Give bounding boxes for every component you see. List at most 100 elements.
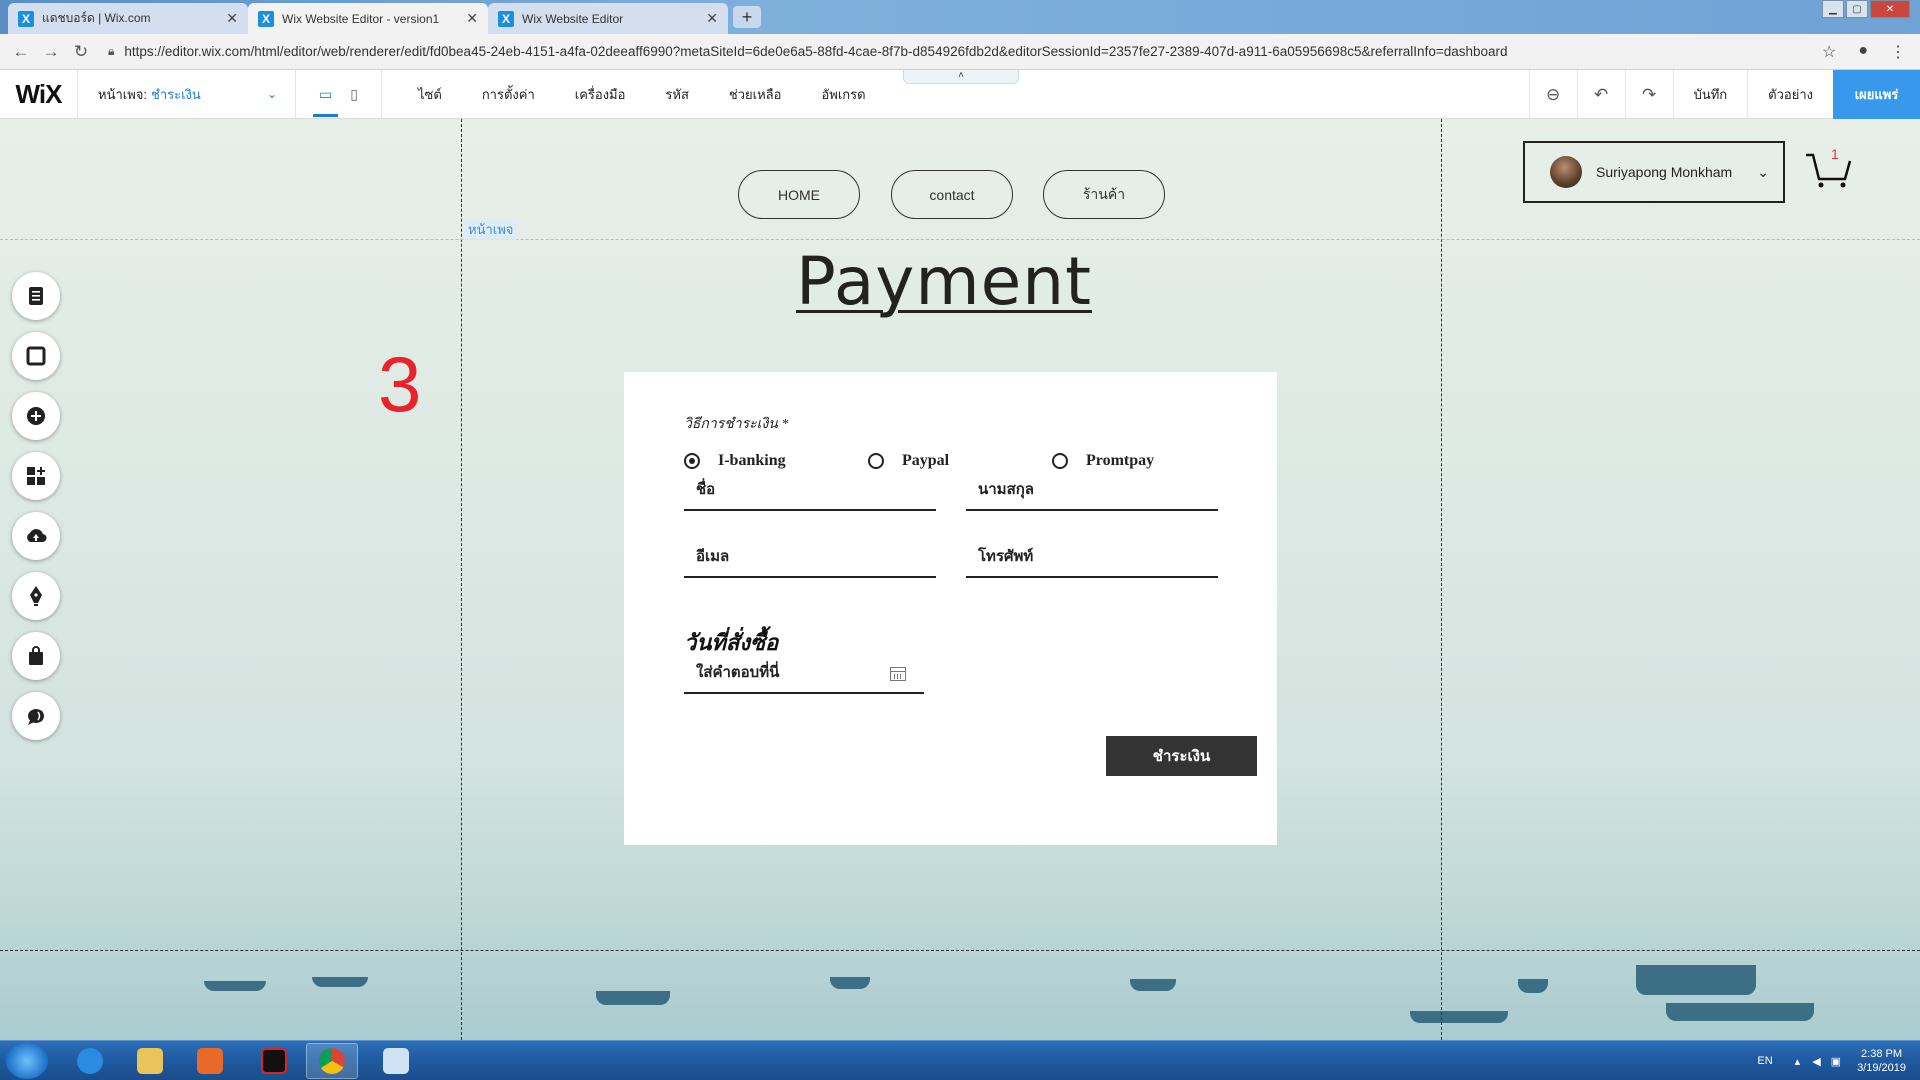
lock-icon: 🔒︎ [108, 44, 115, 58]
minimize-icon[interactable]: ▁ [1822, 0, 1844, 18]
browser-tab-editor[interactable]: X Wix Website Editor ✕ [488, 3, 728, 34]
url-field[interactable]: https://editor.wix.com/html/editor/web/r… [124, 44, 1804, 59]
boat-image [1518, 979, 1548, 993]
chrome-icon[interactable] [306, 1043, 358, 1079]
windows-start-icon[interactable] [6, 1043, 48, 1079]
avatar [1550, 156, 1582, 188]
payment-method-label: วิธีการชำระเงิน * [684, 417, 789, 432]
profile-icon[interactable]: ● [1858, 42, 1868, 62]
system-tray: EN ▴ ◀ ▣ 2:38 PM 3/19/2019 [1757, 1047, 1906, 1075]
publish-button[interactable]: เผยแพร่ [1833, 70, 1920, 119]
menu-settings[interactable]: การตั้งค่า [482, 84, 535, 105]
menu-tools[interactable]: เครื่องมือ [575, 84, 626, 105]
radio-unselected-icon [868, 453, 884, 469]
back-icon[interactable]: ← [6, 42, 36, 62]
zoom-icon[interactable]: ⊖ [1528, 70, 1577, 119]
calendar-icon[interactable] [890, 667, 906, 681]
forward-icon[interactable]: → [36, 42, 66, 62]
radio-promtpay[interactable]: Promtpay [1052, 452, 1154, 470]
last-name-field[interactable]: นามสกุล [966, 475, 1218, 511]
new-tab-button[interactable]: + [733, 6, 761, 28]
close-icon[interactable]: ✕ [466, 10, 478, 27]
browser-tab-strip: X แดชบอร์ด | Wix.com ✕ X Wix Website Edi… [0, 0, 1920, 34]
tab-title: Wix Website Editor - version1 [282, 11, 440, 26]
blog-pen-icon[interactable] [12, 572, 60, 620]
first-name-field[interactable]: ชื่อ [684, 475, 936, 511]
email-field[interactable]: อีเมล [684, 542, 936, 578]
volume-icon[interactable]: ◀ [1812, 1055, 1820, 1068]
reload-icon[interactable]: ↻ [66, 42, 96, 62]
cart-count-badge: 1 [1831, 146, 1839, 162]
member-name: Suriyapong Monkham [1596, 164, 1733, 180]
collapse-toolbar-button[interactable]: ˄ [903, 70, 1019, 84]
radio-label: Promtpay [1086, 452, 1155, 469]
address-bar-actions: ☆ ● ⋮ [1822, 42, 1906, 62]
annotation-number: 3 [378, 340, 422, 428]
nav-home-button[interactable]: HOME [738, 170, 860, 219]
upload-icon[interactable] [12, 512, 60, 560]
desktop-icon[interactable]: ▭ [312, 86, 339, 117]
maximize-icon[interactable]: ▢ [1846, 0, 1868, 18]
chat-icon[interactable] [12, 692, 60, 740]
radio-unselected-icon [1052, 453, 1068, 469]
browser-tab-editor-version1[interactable]: X Wix Website Editor - version1 ✕ [248, 3, 488, 34]
payment-form[interactable]: วิธีการชำระเงิน * I-banking Paypal Promt… [624, 372, 1277, 845]
radio-paypal[interactable]: Paypal [868, 452, 949, 470]
menu-kebab-icon[interactable]: ⋮ [1890, 42, 1906, 62]
wix-logo[interactable]: WiX [0, 69, 78, 119]
menu-code[interactable]: รหัส [665, 84, 689, 105]
tray-expand-icon[interactable]: ▴ [1795, 1055, 1801, 1068]
clock[interactable]: 2:38 PM 3/19/2019 [1857, 1047, 1906, 1075]
boat-image [596, 991, 670, 1005]
file-explorer-icon[interactable] [124, 1043, 176, 1079]
menu-site[interactable]: ไซต์ [418, 84, 442, 105]
paint-icon[interactable] [370, 1043, 422, 1079]
page-section-tag[interactable]: หน้าเพจ [464, 219, 518, 240]
preview-button[interactable]: ตัวอย่าง [1747, 70, 1833, 119]
member-login-bar[interactable]: Suriyapong Monkham ⌄ [1523, 141, 1785, 203]
background-icon[interactable] [12, 332, 60, 380]
menu-help[interactable]: ช่วยเหลือ [729, 84, 782, 105]
chevron-down-icon: ⌄ [1757, 163, 1769, 180]
boat-image [312, 977, 368, 987]
wix-favicon-icon: X [258, 10, 274, 27]
order-date-input[interactable]: ใส่คำตอบที่นี่ [684, 658, 924, 694]
browser-tab-dashboard[interactable]: X แดชบอร์ด | Wix.com ✕ [8, 3, 248, 34]
phone-field[interactable]: โทรศัพท์ [966, 542, 1218, 578]
page-selector[interactable]: หน้าเพจ: ชำระเงิน ⌄ [78, 69, 296, 119]
network-icon[interactable]: ▣ [1831, 1055, 1841, 1068]
save-button[interactable]: บันทึก [1672, 70, 1748, 119]
undo-icon[interactable]: ↶ [1576, 70, 1625, 119]
page-selector-label: หน้าเพจ: [98, 86, 147, 102]
store-bag-icon[interactable] [12, 632, 60, 680]
nav-contact-button[interactable]: contact [891, 170, 1013, 219]
close-icon[interactable]: ✕ [226, 10, 238, 27]
internet-explorer-icon[interactable] [64, 1043, 116, 1079]
add-icon[interactable] [12, 392, 60, 440]
boat-image [1666, 1003, 1814, 1021]
redo-icon[interactable]: ↷ [1624, 70, 1673, 119]
clock-date: 3/19/2019 [1857, 1062, 1906, 1074]
media-player-icon[interactable] [184, 1043, 236, 1079]
close-icon[interactable]: ✕ [706, 10, 718, 27]
add-apps-icon[interactable] [12, 452, 60, 500]
bookmark-star-icon[interactable]: ☆ [1822, 42, 1836, 62]
close-window-icon[interactable]: ✕ [1870, 0, 1910, 18]
pages-icon[interactable] [12, 272, 60, 320]
app-icon[interactable] [248, 1043, 300, 1079]
radio-label: I-banking [718, 452, 786, 469]
page-title[interactable]: Payment [796, 243, 1092, 320]
language-indicator[interactable]: EN [1757, 1055, 1772, 1067]
editor-canvas[interactable]: หน้าเพจ HOME contact ร้านค้า Suriyapong … [0, 119, 1920, 1040]
editor-menu: ไซต์ การตั้งค่า เครื่องมือ รหัส ช่วยเหลื… [418, 84, 906, 105]
menu-upgrade[interactable]: อัพเกรด [821, 84, 865, 105]
nav-shop-button[interactable]: ร้านค้า [1043, 170, 1165, 219]
chevron-down-icon: ⌄ [266, 87, 277, 101]
radio-ibanking[interactable]: I-banking [684, 452, 786, 470]
gridline-right [1441, 119, 1442, 1040]
mobile-icon[interactable]: ▯ [350, 86, 358, 103]
address-bar: ← → ↻ 🔒︎ https://editor.wix.com/html/edi… [0, 34, 1920, 70]
cart-icon[interactable] [1805, 149, 1851, 189]
page-selector-value: ชำระเงิน [151, 86, 201, 102]
pay-button[interactable]: ชำระเงิน [1106, 736, 1257, 776]
